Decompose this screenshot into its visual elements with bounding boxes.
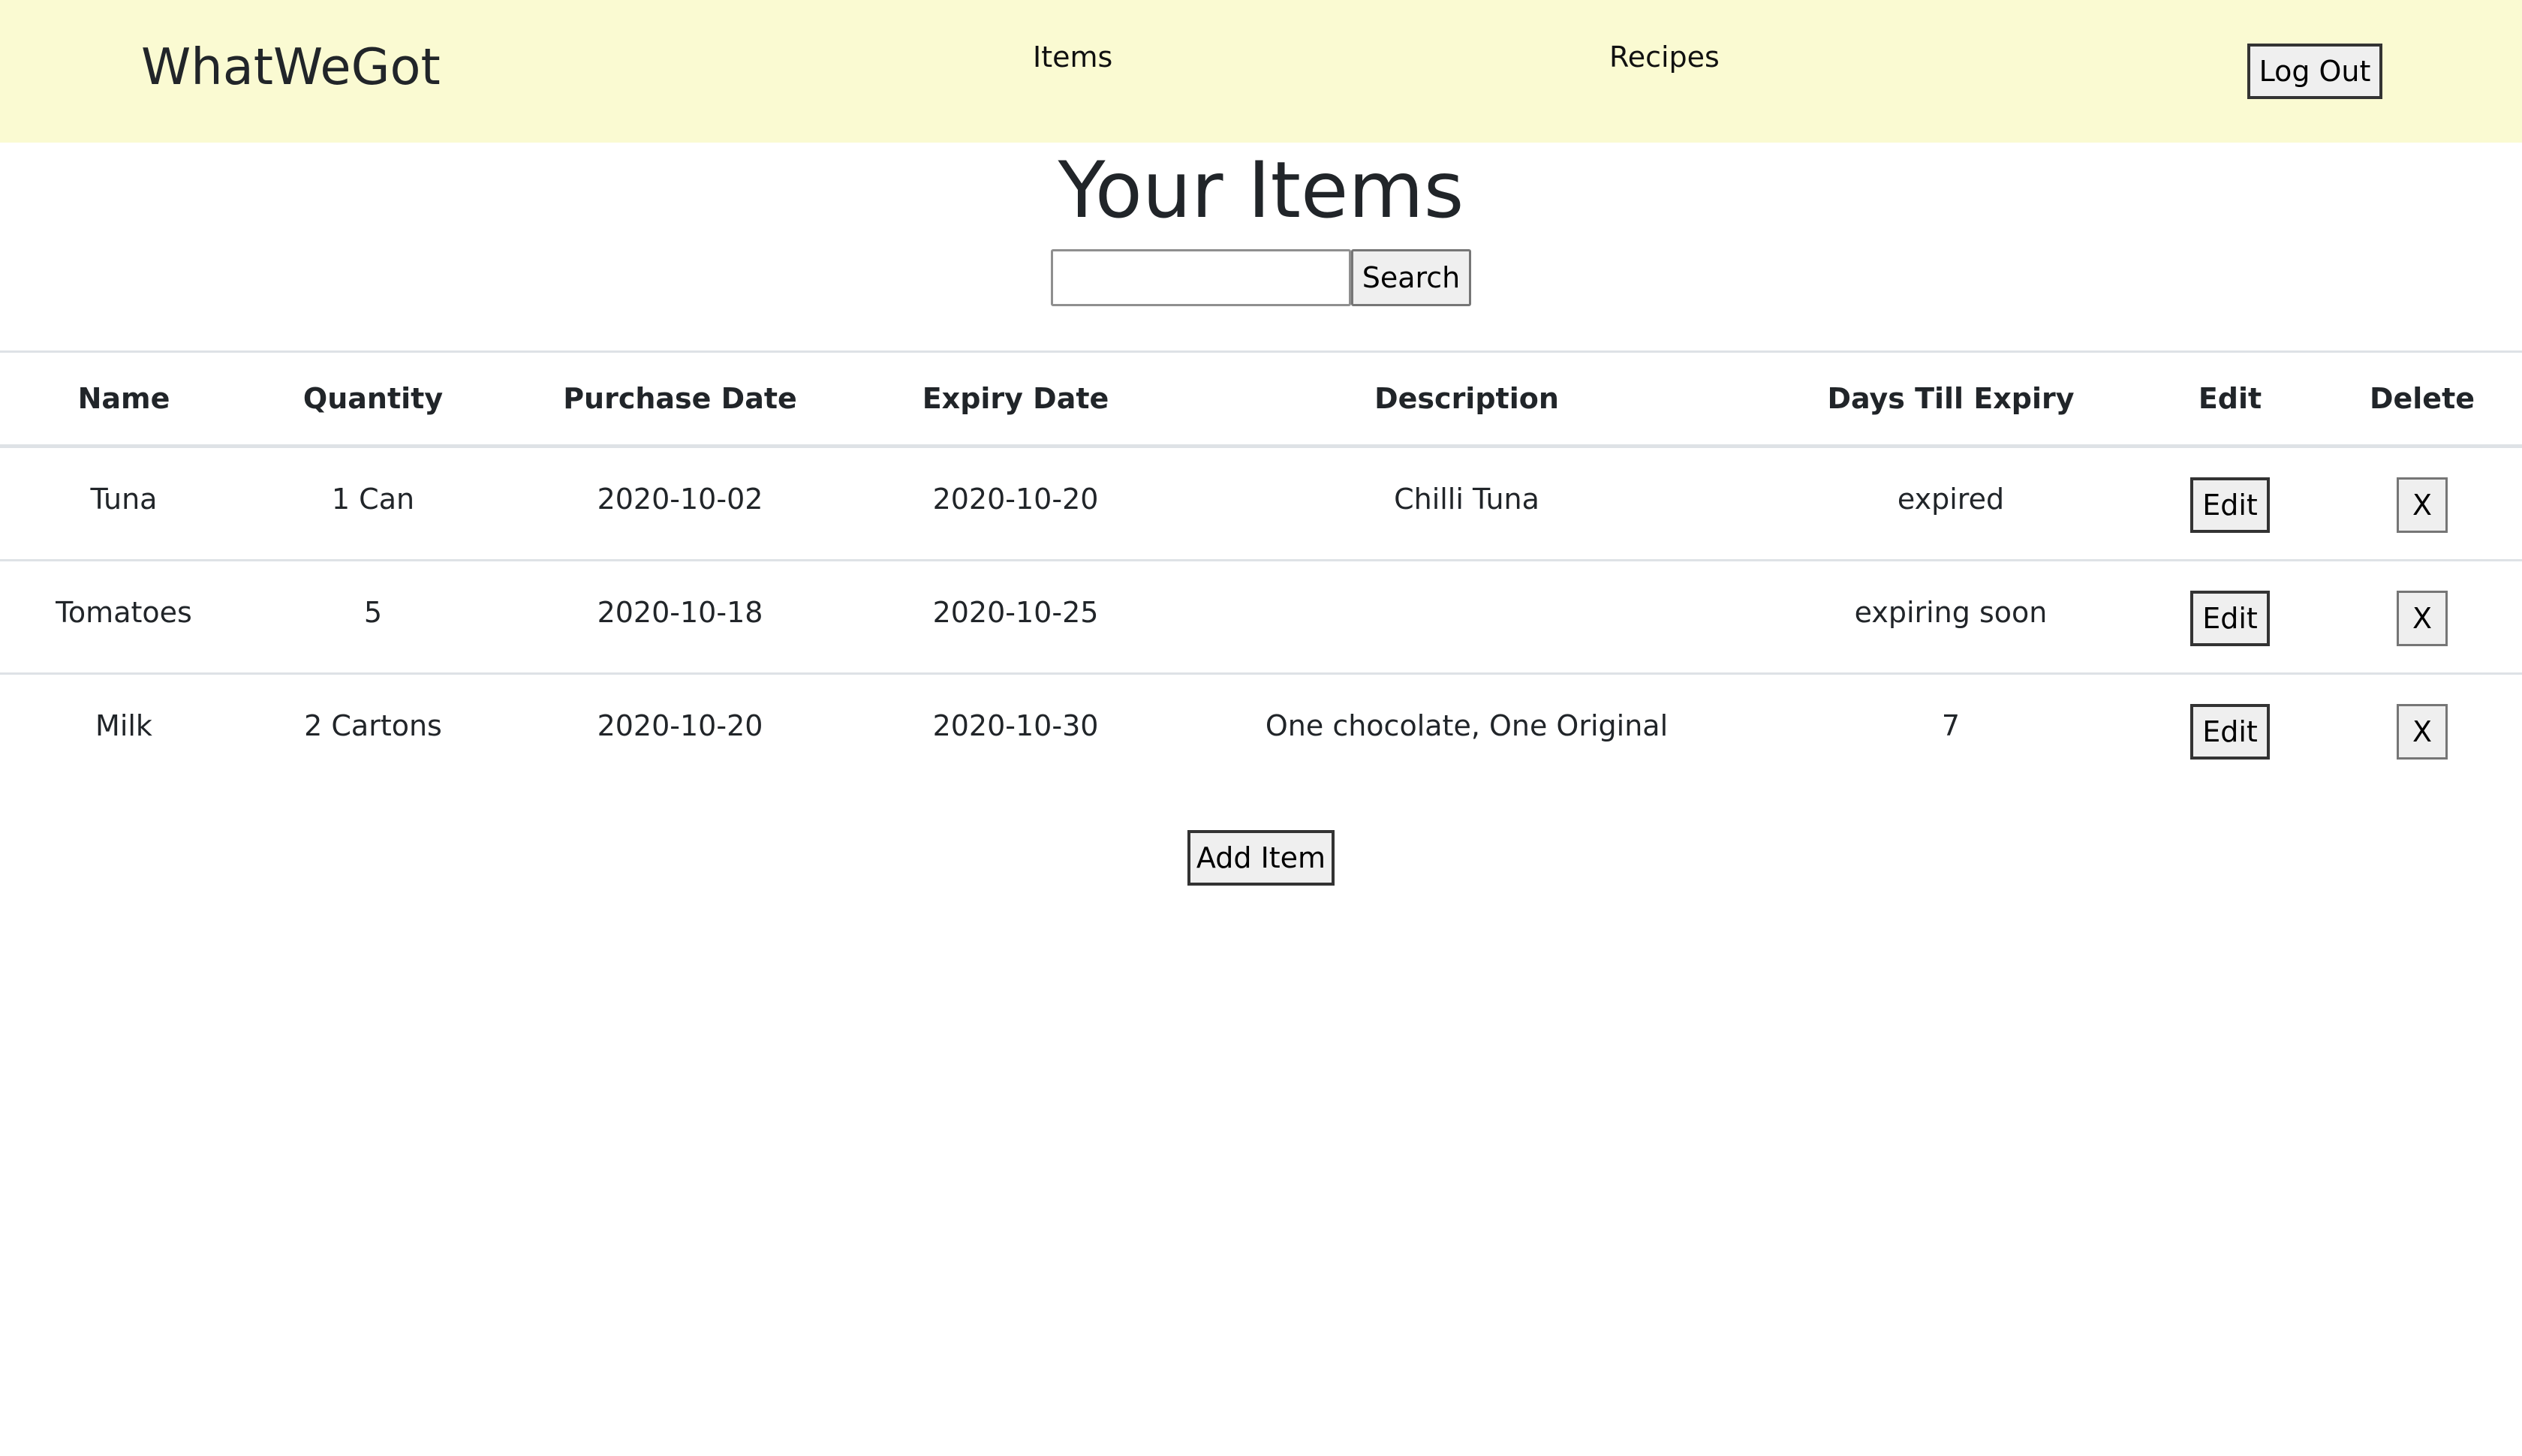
column-header-delete: Delete [2322, 350, 2522, 448]
table-row: Tomatoes 5 2020-10-18 2020-10-25 expirin… [0, 559, 2522, 674]
page-title: Your Items [1058, 146, 1464, 236]
cell-quantity: 1 Can [331, 483, 415, 516]
search-button[interactable]: Search [1351, 249, 1471, 306]
search-form: Search [1051, 249, 1471, 306]
column-header-description: Description [1169, 350, 1764, 448]
cell-name: Tomatoes [0, 559, 248, 674]
cell-expiry-date: 2020-10-25 [862, 559, 1169, 674]
cell-description: One chocolate, One Original [1169, 672, 1764, 786]
cell-purchase-date: 2020-10-02 [597, 483, 763, 516]
cell-name: Milk [0, 672, 248, 786]
cell-delete: X [2322, 559, 2522, 674]
edit-button[interactable]: Edit [2190, 477, 2270, 533]
cell-edit: Edit [2138, 672, 2322, 786]
cell-days-till-expiry: expired [1897, 483, 2005, 516]
delete-button[interactable]: X [2397, 591, 2448, 646]
cell-expiry-date: 2020-10-30 [862, 672, 1169, 786]
edit-button[interactable]: Edit [2190, 704, 2270, 760]
edit-button[interactable]: Edit [2190, 591, 2270, 646]
column-header-quantity: Quantity [248, 350, 498, 448]
cell-quantity: 2 Cartons [248, 672, 498, 786]
delete-button[interactable]: X [2397, 477, 2448, 533]
cell-edit: Edit [2138, 559, 2322, 674]
column-header-days-till-expiry: Days Till Expiry [1764, 350, 2138, 448]
cell-days-till-expiry: 7 [1764, 672, 2138, 786]
cell-purchase-date: 2020-10-20 [498, 672, 862, 786]
logout-button[interactable]: Log Out [2247, 44, 2382, 99]
cell-purchase-date: 2020-10-18 [498, 559, 862, 674]
cell-delete: X [2322, 672, 2522, 786]
column-header-expiry-date: Expiry Date [862, 350, 1169, 448]
search-input[interactable] [1051, 249, 1351, 306]
cell-quantity: 5 [248, 559, 498, 674]
cell-days-till-expiry: expiring soon [1764, 559, 2138, 674]
cell-delete: X [2322, 447, 2522, 561]
nav-link-recipes[interactable]: Recipes [1609, 39, 1720, 75]
column-header-purchase-date: Purchase Date [498, 350, 862, 448]
column-header-name: Name [0, 350, 248, 448]
cell-name: Tuna [90, 483, 158, 516]
add-item-button[interactable]: Add Item [1187, 830, 1335, 886]
delete-button[interactable]: X [2397, 704, 2448, 760]
cell-expiry-date: 2020-10-20 [932, 483, 1099, 516]
table-row: Tuna 1 Can 2020-10-02 2020-10-20 Chilli … [0, 447, 2522, 561]
navbar: WhatWeGot Items Recipes Log Out [0, 0, 2522, 143]
cell-edit: Edit [2138, 447, 2322, 561]
cell-description: Chilli Tuna [1394, 483, 1539, 516]
table-row: Milk 2 Cartons 2020-10-20 2020-10-30 One… [0, 672, 2522, 786]
cell-description [1169, 559, 1764, 674]
brand-logo-text[interactable]: WhatWeGot [141, 35, 441, 99]
table-header-row: Name Quantity Purchase Date Expiry Date … [0, 350, 2522, 448]
column-header-edit: Edit [2138, 350, 2322, 448]
nav-link-items[interactable]: Items [1033, 39, 1112, 75]
items-table: Name Quantity Purchase Date Expiry Date … [0, 350, 2522, 786]
